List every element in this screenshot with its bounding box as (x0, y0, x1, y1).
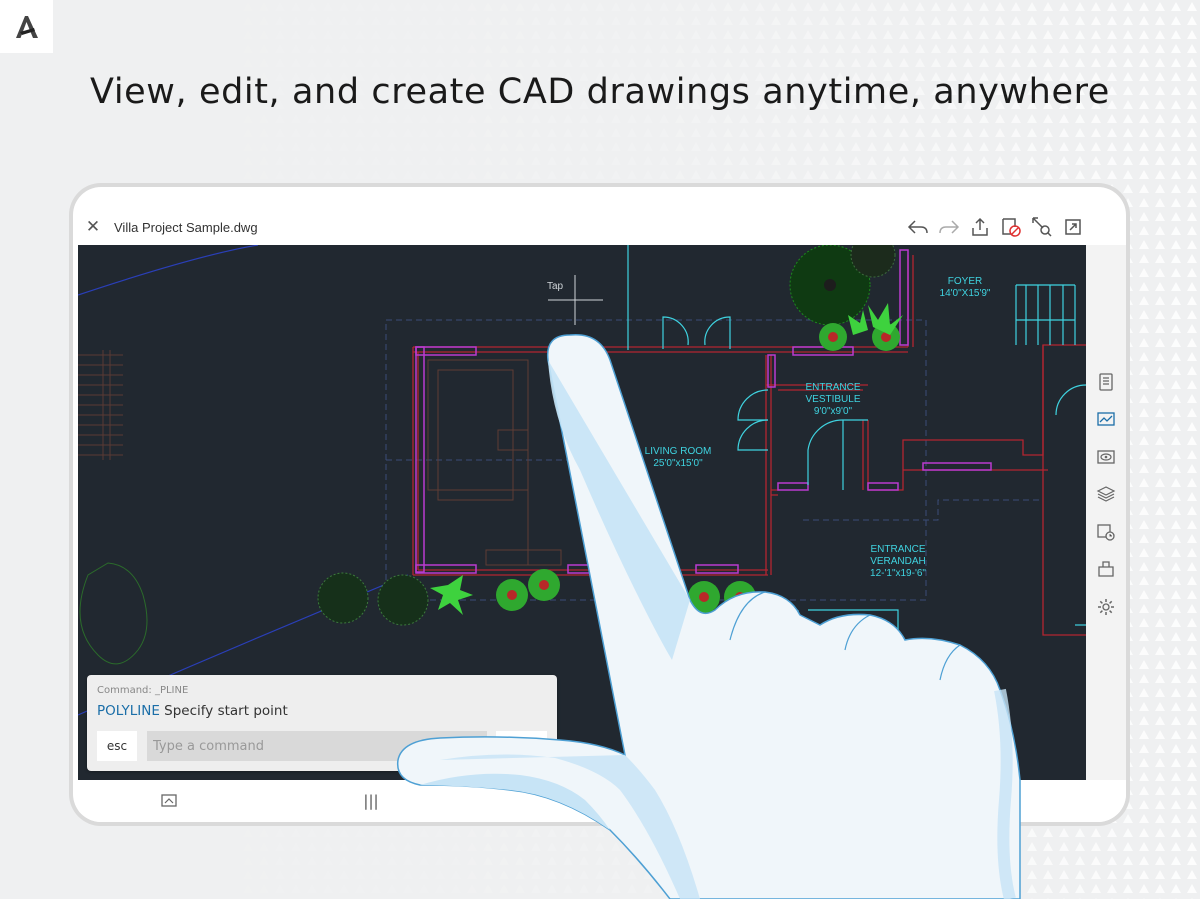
room-living-name: LIVING ROOM (645, 446, 712, 457)
room-vestibule-name: ENTRANCE (805, 382, 860, 393)
tap-label: Tap (547, 281, 564, 292)
command-prompt-text: Specify start point (164, 703, 288, 719)
drawing-icon[interactable] (156, 788, 182, 814)
command-prompt: POLYLINE Specify start point (97, 703, 288, 719)
room-vestibule-name2: VESTIBULE (805, 394, 860, 405)
blocks-icon[interactable] (1094, 557, 1118, 581)
command-keyword: POLYLINE (97, 703, 160, 719)
gear-icon[interactable] (1094, 595, 1118, 619)
measure-icon[interactable] (1094, 520, 1118, 544)
room-foyer-size: 14'0"X15'9" (940, 288, 991, 299)
file-name: Villa Project Sample.dwg (114, 219, 258, 235)
eye-icon[interactable] (1094, 445, 1118, 469)
title-bar: ✕ Villa Project Sample.dwg (78, 209, 1086, 245)
room-verandah-size: 12-'1"x19-'6" (870, 568, 926, 579)
undo-icon[interactable] (905, 214, 931, 240)
enter-button[interactable]: Enter (496, 731, 547, 761)
room-verandah-name: ENTRANCE (870, 544, 925, 555)
select-icon[interactable] (1029, 214, 1055, 240)
room-living-size: 25'0"x15'0" (653, 458, 703, 469)
autodesk-logo-icon (15, 15, 38, 38)
command-input[interactable] (147, 731, 487, 761)
room-foyer-name: FOYER (948, 276, 982, 287)
toolbar (905, 209, 1086, 245)
read-only-icon[interactable] (998, 214, 1024, 240)
redo-icon[interactable] (936, 214, 962, 240)
command-history: Command: _PLINE (97, 685, 189, 696)
close-icon[interactable]: ✕ (78, 217, 108, 237)
room-vestibule-size: 9'0"x9'0" (814, 406, 853, 417)
autodesk-logo (0, 0, 53, 53)
share-icon[interactable] (967, 214, 993, 240)
fullscreen-icon[interactable] (1060, 214, 1086, 240)
menu-bars-icon[interactable]: ||| (358, 788, 384, 814)
headline: View, edit, and create CAD drawings anyt… (90, 72, 1110, 112)
layouts-icon[interactable] (1094, 407, 1118, 431)
bottom-bar: ||| (78, 780, 1126, 822)
layers-icon[interactable] (1094, 482, 1118, 506)
esc-button[interactable]: esc (97, 731, 137, 761)
command-line-panel: Command: _PLINE POLYLINE Specify start p… (87, 675, 557, 771)
properties-icon[interactable] (1094, 370, 1118, 394)
side-toolbar (1086, 245, 1126, 780)
room-verandah-name2: VERANDAH (870, 556, 926, 567)
plant-symbols (317, 245, 903, 626)
